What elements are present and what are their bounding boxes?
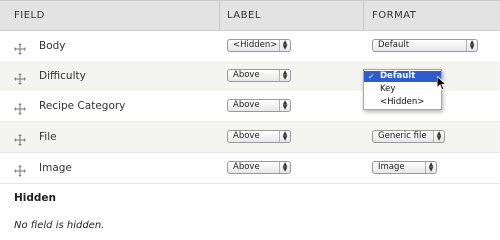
header-divider — [219, 1, 220, 31]
checkmark-icon: ✓ — [368, 72, 375, 81]
label-select[interactable]: Above ▲ ▼ — [227, 161, 291, 174]
field-name: Recipe Category — [39, 100, 126, 112]
dropdown-option[interactable]: Key — [364, 84, 441, 95]
updown-arrows-icon: ▲ ▼ — [279, 162, 290, 173]
dropdown-option-label: Default — [380, 71, 416, 81]
updown-arrows-icon: ▲ ▼ — [279, 40, 290, 51]
drag-handle-icon[interactable] — [14, 100, 26, 115]
format-dropdown-menu[interactable]: ✓ Default Key <Hidden> — [363, 69, 442, 110]
table-row: File Above ▲ ▼ Generic file ▲ ▼ — [0, 122, 500, 153]
mouse-pointer-icon — [436, 74, 448, 95]
format-select[interactable]: Image ▲ ▼ — [372, 161, 437, 174]
updown-arrows-icon: ▲ ▼ — [425, 162, 436, 173]
label-select-value: Above — [233, 70, 260, 80]
format-select-value: Generic file — [378, 131, 427, 141]
updown-arrows-icon: ▲ ▼ — [433, 131, 444, 142]
field-name: File — [39, 131, 57, 143]
updown-arrows-icon: ▲ ▼ — [279, 70, 290, 81]
format-select[interactable]: Default ▲ ▼ — [372, 39, 478, 52]
hidden-section-note: No field is hidden. — [14, 220, 105, 231]
dropdown-option[interactable]: <Hidden> — [364, 97, 441, 108]
drag-handle-icon[interactable] — [14, 162, 26, 177]
updown-arrows-icon: ▲ ▼ — [279, 100, 290, 111]
dropdown-option[interactable]: ✓ Default — [364, 71, 441, 82]
format-select-value: Image — [378, 162, 405, 172]
format-select[interactable]: Generic file ▲ ▼ — [372, 130, 445, 143]
label-select-value: Above — [233, 131, 260, 141]
field-name: Body — [39, 40, 66, 52]
hidden-section-title: Hidden — [14, 192, 57, 204]
dropdown-option-label: <Hidden> — [380, 97, 425, 107]
updown-arrows-icon: ▲ ▼ — [466, 40, 477, 51]
label-select[interactable]: Above ▲ ▼ — [227, 99, 291, 112]
updown-arrows-icon: ▲ ▼ — [279, 131, 290, 142]
table-header: FIELD LABEL FORMAT — [0, 0, 500, 31]
drag-handle-icon[interactable] — [14, 131, 26, 146]
header-field: FIELD — [14, 10, 45, 21]
drag-handle-icon[interactable] — [14, 40, 26, 55]
label-select-value: Above — [233, 100, 260, 110]
drag-handle-icon[interactable] — [14, 70, 26, 85]
header-label: LABEL — [227, 10, 261, 21]
label-select[interactable]: <Hidden> ▲ ▼ — [227, 39, 291, 52]
header-format: FORMAT — [372, 10, 417, 21]
header-divider — [363, 1, 364, 31]
label-select-value: Above — [233, 162, 260, 172]
dropdown-option-label: Key — [380, 84, 396, 94]
table-row: Image Above ▲ ▼ Image ▲ ▼ — [0, 153, 500, 184]
field-name: Difficulty — [39, 70, 86, 82]
label-select[interactable]: Above ▲ ▼ — [227, 130, 291, 143]
field-name: Image — [39, 162, 72, 174]
format-select-value: Default — [378, 40, 410, 50]
label-select-value: <Hidden> — [233, 40, 278, 50]
table-row: Body <Hidden> ▲ ▼ Default ▲ ▼ — [0, 31, 500, 62]
label-select[interactable]: Above ▲ ▼ — [227, 69, 291, 82]
